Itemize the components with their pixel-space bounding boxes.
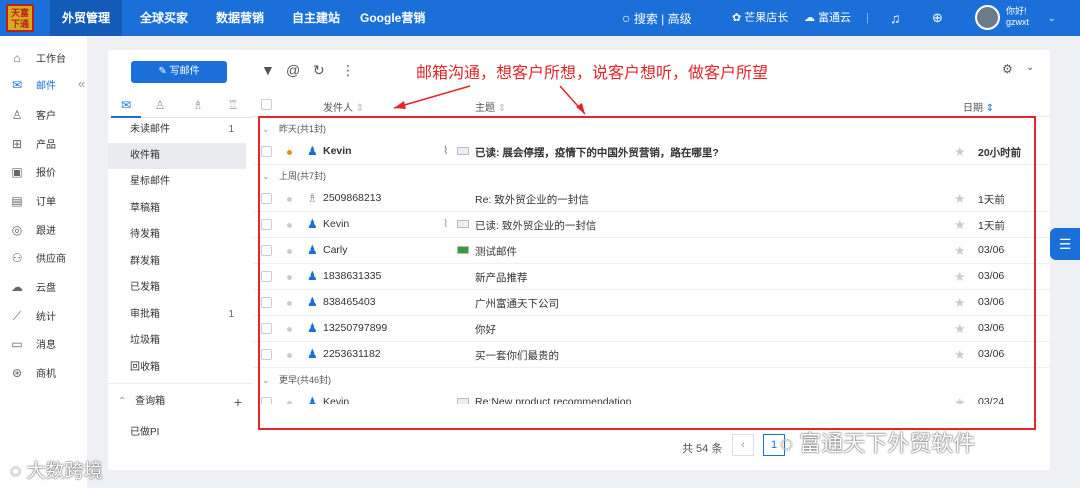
wechat-icon: ◌ bbox=[780, 431, 794, 456]
total-count: 共 54 条 bbox=[682, 443, 723, 455]
divider bbox=[108, 383, 253, 384]
top-navigation-bar: 天富下通 外贸管理 全球买家 数据营销 自主建站 Google营销 ○ 搜索 |… bbox=[0, 0, 1080, 36]
avatar[interactable] bbox=[975, 5, 1000, 30]
sidebar-item-suppliers[interactable]: ⚇ 供应商 bbox=[10, 248, 66, 268]
folder-sent[interactable]: 已发箱 bbox=[108, 275, 246, 301]
bell-icon[interactable]: ♫ bbox=[890, 0, 901, 36]
annotation-highlight-box bbox=[258, 116, 1036, 430]
mail-table-header: 发件人 ⇕ 主题 ⇕ 日期 ⇕ bbox=[253, 93, 1050, 117]
tab-mail[interactable]: ✉ bbox=[111, 92, 141, 118]
chart-icon: ⟋ bbox=[12, 309, 22, 323]
sort-icon: ⇕ bbox=[355, 103, 365, 114]
tab-colleagues[interactable]: ♖ bbox=[218, 92, 248, 118]
sidebar-item-followup[interactable]: ◎ 跟进 bbox=[10, 220, 56, 240]
feather-icon: ✎ bbox=[158, 66, 167, 77]
app-logo[interactable]: 天富下通 bbox=[6, 4, 34, 32]
futong-cloud-tool[interactable]: ☁ 富通云 bbox=[804, 0, 851, 36]
folder-pi-done[interactable]: 已做PI bbox=[108, 420, 246, 446]
quote-icon: ▣ bbox=[11, 165, 23, 179]
at-icon[interactable]: @ bbox=[286, 62, 300, 78]
collapse-sidebar-icon[interactable]: « bbox=[78, 76, 85, 91]
folder-approval[interactable]: 审批箱 1 bbox=[108, 302, 246, 328]
cloud-icon: ☁ bbox=[804, 12, 815, 24]
currency-icon[interactable]: ⊕ bbox=[932, 0, 943, 36]
sidebar-item-messages[interactable]: ▭ 消息 bbox=[10, 334, 56, 354]
folder-drafts[interactable]: 草稿箱 bbox=[108, 196, 246, 222]
mail-icon: ✉ bbox=[11, 78, 23, 92]
main-sidebar: ⌂ 工作台 ✉ 邮件 ♙ 客户 ⊞ 产品 ▣ 报价 ▤ 订单 ◎ 跟进 ⚇ 供应商 ☁ 云盘 ⟋ 统… bbox=[0, 36, 87, 488]
chat-icon[interactable]: ☰ bbox=[1050, 228, 1080, 260]
grid-icon: ⊞ bbox=[11, 137, 23, 151]
sort-icon: ⇕ bbox=[985, 103, 995, 114]
mango-shop-tool[interactable]: ✿ 芒果店长 bbox=[732, 0, 788, 36]
chevron-down-icon[interactable]: ⌄ bbox=[1048, 0, 1056, 36]
folder-trash[interactable]: 回收箱 bbox=[108, 355, 246, 381]
chevron-up-icon: ⌃ bbox=[118, 396, 127, 407]
watermark-left: ◌ 大数跨境 bbox=[10, 461, 103, 482]
search-label: 搜索 bbox=[633, 12, 658, 26]
sidebar-item-statistics[interactable]: ⟋ 统计 bbox=[10, 306, 56, 326]
compose-button[interactable]: ✎ 写邮件 bbox=[131, 61, 227, 83]
location-icon: ◎ bbox=[11, 223, 23, 237]
opportunity-icon: ⊛ bbox=[11, 366, 23, 380]
mail-icon: ✉ bbox=[120, 98, 132, 112]
user-icon: ♙ bbox=[11, 108, 23, 122]
sidebar-item-products[interactable]: ⊞ 产品 bbox=[10, 134, 56, 154]
user-settings-icon: ♖ bbox=[227, 98, 239, 112]
sidebar-item-workbench[interactable]: ⌂ 工作台 bbox=[10, 48, 66, 68]
more-icon[interactable]: ⋮ bbox=[341, 62, 355, 79]
mango-icon: ✿ bbox=[732, 12, 742, 24]
order-icon: ▤ bbox=[11, 194, 23, 208]
nav-foreign-trade[interactable]: 外贸管理 bbox=[50, 0, 122, 36]
watermark-right: ◌ 富通天下外贸软件 bbox=[780, 431, 976, 456]
folder-inbox[interactable]: 收件箱 bbox=[108, 143, 246, 169]
folder-query[interactable]: ⌃ 查询箱 + bbox=[108, 389, 246, 415]
folder-bulk[interactable]: 群发箱 bbox=[108, 249, 246, 275]
message-icon: ▭ bbox=[11, 337, 23, 351]
folder-spam[interactable]: 垃圾箱 bbox=[108, 328, 246, 354]
user-info[interactable]: 你好! gzwxt bbox=[1006, 6, 1029, 28]
nav-data-marketing[interactable]: 数据营销 bbox=[216, 0, 264, 36]
column-sender[interactable]: 发件人 ⇕ bbox=[323, 99, 364, 114]
supplier-icon: ⚇ bbox=[11, 251, 23, 265]
add-query-icon[interactable]: + bbox=[234, 389, 242, 415]
sidebar-item-opportunities[interactable]: ⊛ 商机 bbox=[10, 363, 56, 383]
filter-icon[interactable]: ▼ bbox=[261, 62, 275, 78]
toolbar-divider: | bbox=[866, 12, 869, 24]
sidebar-item-mail[interactable]: ✉ 邮件 bbox=[10, 75, 56, 95]
column-subject[interactable]: 主题 ⇕ bbox=[475, 99, 506, 114]
user-icon: ♙ bbox=[154, 98, 166, 112]
wechat-icon: ◌ bbox=[10, 461, 22, 482]
sidebar-item-cloud-drive[interactable]: ☁ 云盘 bbox=[10, 277, 56, 297]
sort-icon: ⇕ bbox=[497, 103, 507, 114]
user-group-icon: ♗ bbox=[192, 98, 204, 112]
global-search[interactable]: ○ 搜索 | 高级 bbox=[622, 0, 692, 36]
folder-tabs: ✉ ♙ ♗ ♖ bbox=[108, 92, 253, 118]
home-icon: ⌂ bbox=[13, 51, 21, 65]
chevron-down-icon[interactable]: ⌄ bbox=[1026, 62, 1034, 73]
tab-contacts[interactable]: ♙ bbox=[145, 92, 175, 118]
advanced-search-label[interactable]: 高级 bbox=[668, 12, 692, 26]
select-all-checkbox[interactable] bbox=[261, 99, 272, 110]
nav-global-buyers[interactable]: 全球买家 bbox=[140, 0, 188, 36]
sidebar-item-quotes[interactable]: ▣ 报价 bbox=[10, 162, 56, 182]
cloud-icon: ☁ bbox=[11, 280, 23, 294]
sidebar-item-orders[interactable]: ▤ 订单 bbox=[10, 191, 56, 211]
settings-icon[interactable]: ⚙ bbox=[1002, 62, 1013, 76]
folder-starred[interactable]: 星标邮件 bbox=[108, 169, 246, 195]
annotation-headline: 邮箱沟通，想客户所想，说客户想听，做客户所望 bbox=[416, 63, 769, 82]
nav-google-marketing[interactable]: Google营销 bbox=[360, 0, 425, 36]
prev-page-button[interactable]: ‹ bbox=[732, 434, 754, 456]
column-date[interactable]: 日期 ⇕ bbox=[963, 99, 994, 114]
search-icon: ○ bbox=[622, 10, 631, 26]
sidebar-item-customers[interactable]: ♙ 客户 bbox=[10, 105, 56, 125]
folder-outbox[interactable]: 待发箱 bbox=[108, 222, 246, 248]
refresh-icon[interactable]: ↻ bbox=[313, 62, 325, 79]
nav-website-builder[interactable]: 自主建站 bbox=[292, 0, 340, 36]
mail-folder-panel: ✎ 写邮件 ✉ ♙ ♗ ♖ 未读邮件 1 收件箱 星标邮件 草稿箱 待发箱 群发箱… bbox=[108, 50, 253, 470]
tab-customers[interactable]: ♗ bbox=[183, 92, 213, 118]
folder-unread[interactable]: 未读邮件 1 bbox=[108, 117, 246, 143]
